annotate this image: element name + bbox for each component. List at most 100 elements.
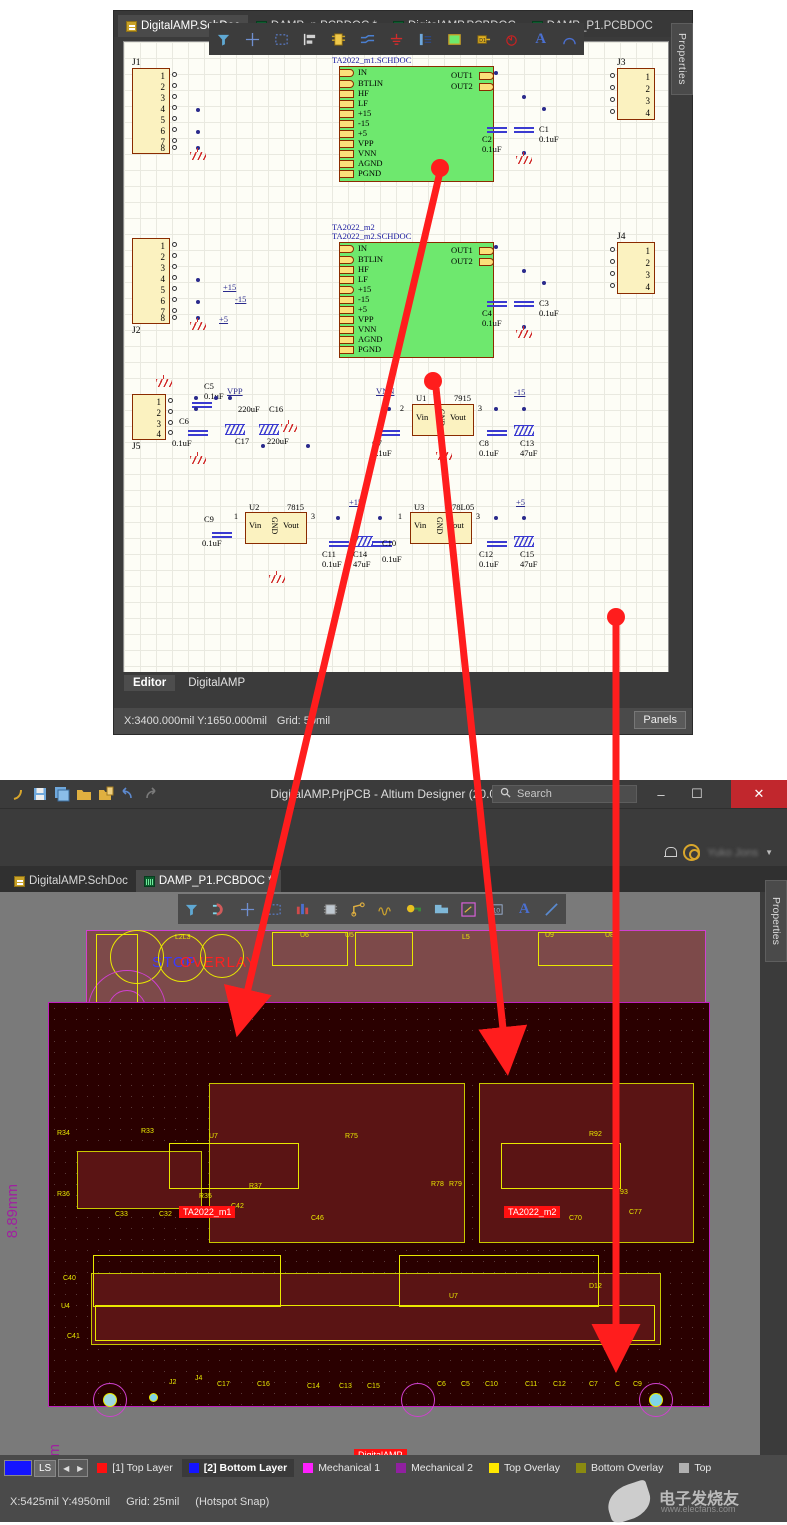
layer-tab-bottom-layer[interactable]: [2] Bottom Layer [181,1459,295,1477]
capacitor-c6[interactable] [188,427,208,437]
schematic-canvas[interactable]: J1 1 2 3 4 5 6 7 8 TA2022_m1 TA2022_m1.S… [123,41,669,691]
snap-magnet-icon[interactable] [209,898,231,920]
pcb-board[interactable]: R34 R33 R36 R37 R35 R75 R78 R79 R92 R93 … [48,1002,710,1455]
filter-icon[interactable] [212,28,234,50]
notification-bell-icon[interactable] [664,846,678,860]
layer-nav[interactable]: ◀ ▶ [58,1459,89,1477]
connector-j5[interactable]: 1 2 3 4 [132,394,173,440]
schematic-status-bar: X:3400.000mil Y:1650.000mil Grid: 50mil … [114,708,692,734]
crosshair-icon[interactable] [236,898,258,920]
place-dimension-icon[interactable]: 10 [486,898,508,920]
open-project-icon[interactable] [98,786,114,802]
place-text-icon[interactable]: A [530,28,552,50]
connector-j3[interactable]: 1 2 3 4 [610,68,655,120]
place-component-icon[interactable] [319,898,341,920]
place-polygon-icon[interactable] [458,898,480,920]
connector-j2[interactable]: 1 2 3 4 5 6 7 8 [132,238,177,324]
bottom-tab-digitalamp[interactable]: DigitalAMP [179,675,254,691]
layer-tab-mechanical-1[interactable]: Mechanical 1 [296,1459,387,1477]
capacitor-c7[interactable] [380,427,400,437]
schematic-grid: Grid: 50mil [276,715,331,727]
place-port-icon[interactable] [414,28,436,50]
user-avatar-icon[interactable] [683,844,701,861]
redo-icon[interactable] [142,786,158,802]
chevron-down-icon[interactable]: ▼ [765,848,773,857]
place-component-icon[interactable] [328,28,350,50]
capacitor-c12[interactable] [487,538,507,548]
place-wire-icon[interactable] [357,28,379,50]
close-button[interactable]: ✕ [731,780,787,808]
designator-j5: J5 [132,442,141,452]
capacitor-c17[interactable] [225,424,245,435]
capacitor-c8[interactable] [487,427,507,437]
select-area-icon[interactable] [270,28,292,50]
connector-j1[interactable]: 1 2 3 4 5 6 7 8 [132,68,177,154]
capacitor-c11[interactable] [329,538,349,548]
part-7815: 7815 [287,502,304,512]
altium-logo-icon[interactable] [10,786,26,802]
quick-access-toolbar [0,786,158,802]
chevron-right-icon[interactable]: ▶ [73,1460,87,1476]
save-all-icon[interactable] [54,786,70,802]
chevron-left-icon[interactable]: ◀ [59,1460,73,1476]
place-track-icon[interactable] [347,898,369,920]
capacitor-c3[interactable] [514,298,534,308]
place-arc-icon[interactable] [375,898,397,920]
layer-tab-mechanical-2[interactable]: Mechanical 2 [389,1459,480,1477]
layer-tab-top-layer[interactable]: [1] Top Layer [90,1459,180,1477]
place-via-icon[interactable] [402,898,424,920]
maximize-button[interactable]: ☐ [679,780,715,808]
place-no-erc-icon[interactable] [501,28,523,50]
filter-icon[interactable] [181,898,203,920]
capacitor-c4[interactable] [487,298,507,308]
align-icon[interactable] [292,898,314,920]
minimize-button[interactable]: – [643,780,679,808]
layer-sets-button[interactable]: LS [34,1459,57,1477]
panels-button[interactable]: Panels [634,711,686,729]
pcb-tab-digitalamp-schdoc[interactable]: DigitalAMP.SchDoc [6,870,136,892]
place-sheet-symbol-icon[interactable] [443,28,465,50]
tab-label: DigitalAMP.SchDoc [29,875,128,887]
pcb-coordinates: X:5425mil Y:4950mil [10,1495,111,1508]
pcb-toolbar: 10 A [178,894,566,924]
layer-tab-top-overlay[interactable]: Top Overlay [482,1459,567,1477]
open-icon[interactable] [76,786,92,802]
capacitor-c14[interactable] [353,536,373,547]
place-ground-icon[interactable] [385,28,407,50]
align-icon[interactable] [299,28,321,50]
schematic-doc-icon [126,20,137,32]
sheet-symbol-1-filename: TA2022_m1.SCHDOC [332,55,412,65]
pcb-tab-damp-p1-pcbdoc[interactable]: DAMP_P1.PCBDOC * [135,870,281,892]
part-7915: 7915 [454,393,471,403]
designator-u3: U3 [414,502,425,512]
capacitor-c1[interactable] [514,124,534,134]
schematic-properties-panel-tab[interactable]: Properties [671,23,693,95]
layer-label: Top [694,1462,712,1474]
connector-j4[interactable]: 1 2 3 4 [610,242,655,294]
crosshair-icon[interactable] [241,28,263,50]
bottom-tab-editor[interactable]: Editor [124,675,176,691]
properties-label: Properties [770,897,782,945]
place-part-icon[interactable]: D1 [472,28,494,50]
layer-tab-top[interactable]: Top [672,1459,718,1477]
layer-tab-bottom-overlay[interactable]: Bottom Overlay [569,1459,670,1477]
save-icon[interactable] [32,786,48,802]
capacitor-c9[interactable] [212,529,232,539]
place-line-icon[interactable] [541,898,563,920]
ground-symbol [279,420,299,432]
capacitor-c16[interactable] [259,424,279,435]
place-fill-icon[interactable] [430,898,452,920]
capacitor-c2[interactable] [487,124,507,134]
layer-color-chip [679,1463,690,1473]
undo-icon[interactable] [120,786,136,802]
place-string-icon[interactable]: A [513,898,535,920]
search-input[interactable]: Search [492,785,637,803]
pcb-snap-mode: (Hotspot Snap) [195,1495,270,1508]
select-area-icon[interactable] [264,898,286,920]
pcb-canvas[interactable]: STOP OVERLAY L2L3 U6 U5 U9 U8 L5 R34 R33… [0,892,760,1455]
capacitor-c15[interactable] [514,536,534,547]
pcb-properties-panel-tab[interactable]: Properties [765,880,787,962]
capacitor-c13[interactable] [514,425,534,436]
place-arc-icon[interactable] [559,28,581,50]
active-layer-color-swatch[interactable] [4,1460,32,1476]
